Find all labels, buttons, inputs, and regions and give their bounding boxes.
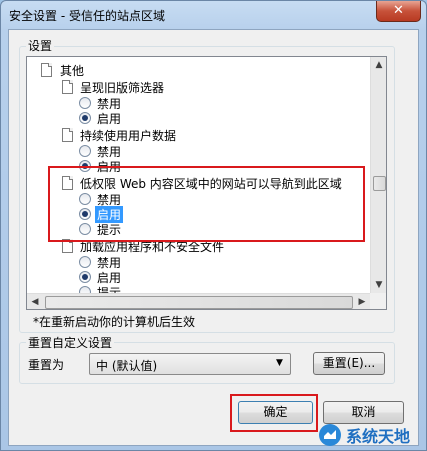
highlight-box-setting — [48, 166, 365, 242]
document-icon — [62, 128, 73, 142]
radio-button[interactable] — [79, 145, 91, 157]
reset-to-label: 重置为 — [28, 358, 65, 372]
watermark-logo: 系统天地 — [318, 418, 427, 451]
scroll-down-icon[interactable]: ▼ — [371, 277, 386, 293]
dropdown-arrow-icon: ▼ — [276, 358, 283, 368]
radio-button[interactable] — [79, 112, 91, 124]
reset-level-select[interactable]: 中 (默认值) ▼ — [89, 353, 291, 375]
vertical-scroll-thumb[interactable] — [373, 176, 386, 191]
scroll-up-icon[interactable]: ▲ — [371, 57, 386, 73]
window-title: 安全设置 - 受信任的站点区域 — [9, 9, 165, 23]
option-label[interactable]: 启用 — [97, 110, 121, 127]
radio-button[interactable] — [79, 256, 91, 268]
cancel-button-label: 取消 — [351, 405, 376, 419]
watermark-text: 系统天地 — [346, 426, 411, 446]
reset-level-value: 中 (默认值) — [96, 359, 158, 373]
close-button[interactable]: ✕ — [376, 1, 421, 22]
document-icon — [62, 80, 73, 94]
settings-group-label: 设置 — [26, 37, 55, 54]
reset-button[interactable]: 重置(E)... — [313, 352, 385, 375]
radio-button[interactable] — [79, 97, 91, 109]
horizontal-scrollbar[interactable]: ◀ ▶ — [27, 293, 370, 309]
logo-icon — [319, 423, 341, 446]
category-label: 其他 — [60, 64, 85, 78]
restart-note: *在重新启动你的计算机后生效 — [33, 315, 196, 329]
highlight-box-ok-button — [230, 394, 318, 432]
scroll-left-icon[interactable]: ◀ — [27, 294, 43, 309]
vertical-scrollbar[interactable]: ▲ ▼ — [370, 57, 386, 293]
scrollbar-corner — [370, 293, 386, 309]
radio-button[interactable] — [79, 271, 91, 283]
reset-group-label: 重置自定义设置 — [26, 334, 115, 351]
close-icon: ✕ — [393, 3, 404, 18]
setting-label: 持续使用用户数据 — [80, 129, 177, 143]
horizontal-scroll-thumb[interactable] — [45, 296, 353, 309]
scroll-right-icon[interactable]: ▶ — [354, 294, 370, 309]
document-icon — [41, 63, 52, 77]
reset-button-label: 重置(E)... — [322, 356, 376, 370]
setting-label: 呈现旧版筛选器 — [80, 81, 165, 95]
